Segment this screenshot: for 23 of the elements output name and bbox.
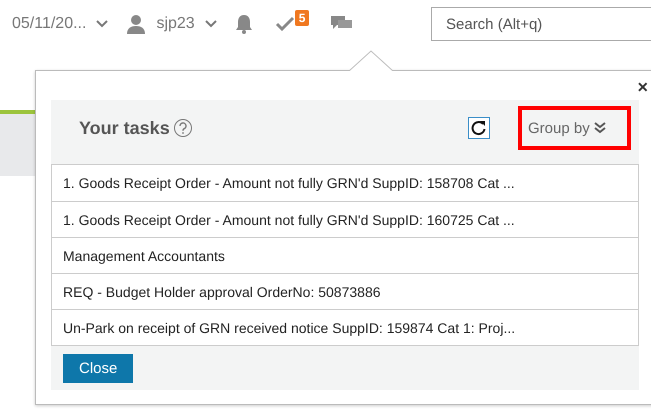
date-selector[interactable]: 05/11/20... [12,15,86,33]
task-count-badge: 5 [294,10,310,26]
side-panel [0,110,36,176]
chat-icon[interactable] [331,16,354,32]
task-item[interactable]: REQ - Budget Holder approval OrderNo: 50873886 [52,273,638,309]
checkmark-icon[interactable] [274,16,295,32]
user-icon[interactable] [126,14,146,34]
task-item[interactable]: 1. Goods Receipt Order - Amount not fully GRN'd SuppID: 160725 Cat ... [52,201,638,237]
double-chevron-icon [594,122,606,134]
tasks-title: Your tasks [79,118,170,138]
group-by-button[interactable]: Group by [518,106,631,150]
help-icon[interactable] [174,119,192,137]
task-item[interactable]: Management Accountants [52,237,638,273]
task-item[interactable]: 1. Goods Receipt Order - Amount not fully GRN'd SuppID: 158708 Cat ... [52,165,638,201]
caret-icon[interactable] [96,20,108,28]
caret-icon[interactable] [204,20,217,28]
close-icon[interactable]: × [637,77,648,98]
search-field[interactable]: Search (Alt+q) [431,7,651,41]
user-name[interactable]: sjp23 [156,15,195,33]
bell-icon[interactable] [234,14,253,34]
refresh-button[interactable] [468,117,490,139]
task-item[interactable]: Un-Park on receipt of GRN received notice SuppID: 159874 Cat 1: Proj... [52,309,638,345]
close-button[interactable]: Close [63,354,134,382]
